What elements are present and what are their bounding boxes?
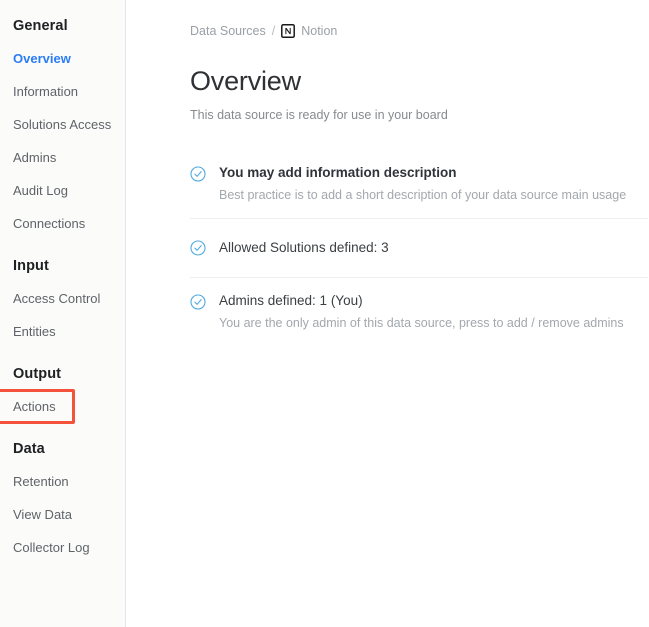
checklist-item-title: Allowed Solutions defined: 3 [219,240,389,255]
sidebar-group-title-input: Input [13,258,49,274]
check-circle-icon [190,239,206,256]
page-title: Overview [190,66,301,96]
sidebar-group-input: Input Access Control Entities [0,258,125,342]
sidebar-item-audit-log[interactable]: Audit Log [0,180,125,201]
sidebar-item-admins[interactable]: Admins [0,147,125,168]
sidebar-item-solutions-access[interactable]: Solutions Access [0,114,125,135]
checklist-item-title: Admins defined: 1 (You) [219,293,363,308]
check-circle-icon [190,294,206,310]
breadcrumb-separator: / [271,24,276,38]
checklist-item-text: Admins defined: 1 (You) You are the only… [219,292,648,331]
check-circle-icon [190,166,206,182]
checklist-item-title: You may add information description [219,165,457,180]
sidebar-item-connections[interactable]: Connections [0,213,125,234]
sidebar-group-general: General Overview Information Solutions A… [0,18,125,234]
checklist-item-description: You are the only admin of this data sour… [219,316,624,330]
app-root: General Overview Information Solutions A… [0,0,649,627]
main-content: Data Sources / Notion Overview This data… [126,0,649,627]
sidebar-item-entities[interactable]: Entities [0,321,125,342]
sidebar-item-collector-log[interactable]: Collector Log [0,537,125,558]
sidebar-item-access-control[interactable]: Access Control [0,288,125,309]
sidebar-group-data: Data Retention View Data Collector Log [0,441,125,558]
sidebar-group-title-output: Output [13,366,62,382]
sidebar-item-view-data[interactable]: View Data [0,504,125,525]
sidebar-group-title-data: Data [13,441,45,457]
checklist-item-admins-defined[interactable]: Admins defined: 1 (You) You are the only… [190,278,648,346]
sidebar-item-overview[interactable]: Overview [0,48,125,69]
sidebar: General Overview Information Solutions A… [0,0,126,627]
checklist-item-description: Best practice is to add a short descript… [219,188,627,202]
sidebar-group-title-general: General [13,18,68,34]
checklist: You may add information description Best… [126,150,649,346]
breadcrumb-current[interactable]: Notion [301,24,337,38]
checklist-item-allowed-solutions[interactable]: Allowed Solutions defined: 3 [190,219,648,278]
sidebar-item-retention[interactable]: Retention [0,471,125,492]
sidebar-item-actions[interactable]: Actions [0,389,125,424]
notion-icon [281,24,296,38]
sidebar-item-information[interactable]: Information [0,81,125,102]
breadcrumb-data-sources[interactable]: Data Sources [190,24,266,38]
checklist-item-information-description[interactable]: You may add information description Best… [190,150,648,219]
sidebar-group-output: Output Actions [0,366,125,424]
checklist-item-text: Allowed Solutions defined: 3 [219,239,648,256]
checklist-item-text: You may add information description Best… [219,164,648,203]
breadcrumb: Data Sources / Notion [126,22,649,40]
page-subtitle: This data source is ready for use in you… [190,108,448,122]
